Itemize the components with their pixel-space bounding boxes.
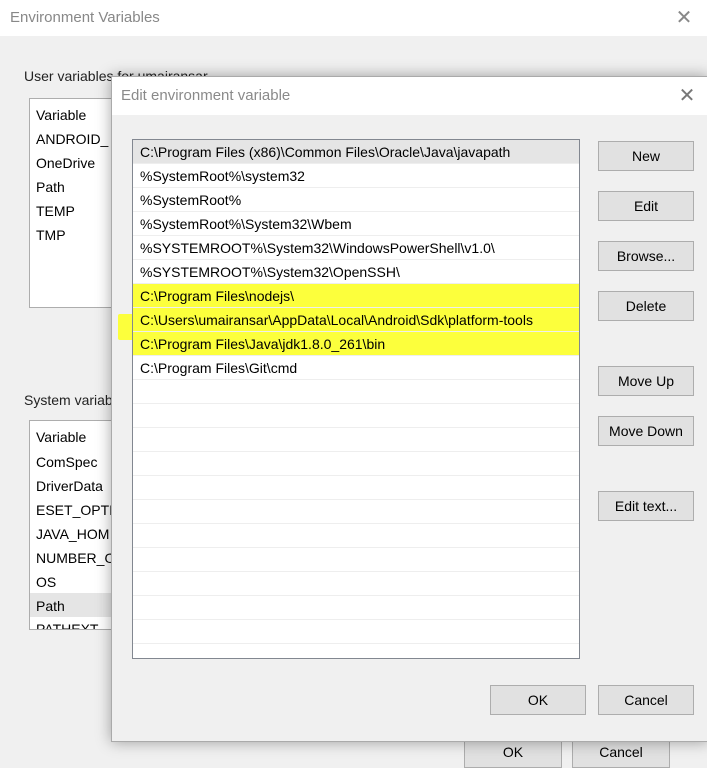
new-button[interactable]: New (598, 141, 694, 171)
empty-list-row (133, 572, 579, 596)
list-item[interactable]: TEMP (36, 203, 75, 219)
path-entry-text: C:\Program Files\Git\cmd (140, 360, 298, 376)
cancel-button[interactable]: Cancel (598, 685, 694, 715)
empty-list-row (133, 452, 579, 476)
window-titlebar: Environment Variables ✕ (0, 0, 707, 36)
list-item[interactable]: JAVA_HOM (36, 526, 109, 542)
list-item-selected[interactable]: C:\Program Files (x86)\Common Files\Orac… (133, 140, 579, 164)
path-entry-text: C:\Users\umairansar\AppData\Local\Androi… (140, 312, 533, 328)
list-item[interactable]: C:\Program Files\Git\cmd (133, 356, 579, 380)
path-entry-text: %SystemRoot%\System32\Wbem (140, 216, 352, 232)
list-item[interactable]: ComSpec (36, 454, 97, 470)
list-item-selected[interactable]: Path (36, 598, 65, 614)
empty-list-row (133, 476, 579, 500)
empty-list-row (133, 548, 579, 572)
list-item[interactable]: DriverData (36, 478, 103, 494)
close-icon[interactable]: ✕ (674, 84, 700, 108)
edit-environment-variable-dialog: Edit environment variable ✕ C:\Program F… (111, 76, 707, 742)
edit-button[interactable]: Edit (598, 191, 694, 221)
edit-text-button[interactable]: Edit text... (598, 491, 694, 521)
window-title: Environment Variables (10, 9, 160, 26)
list-item[interactable]: %SystemRoot%\system32 (133, 164, 579, 188)
list-item[interactable]: OS (36, 574, 56, 590)
list-item[interactable]: %SYSTEMROOT%\System32\OpenSSH\ (133, 260, 579, 284)
browse-button[interactable]: Browse... (598, 241, 694, 271)
path-entries-list[interactable]: C:\Program Files (x86)\Common Files\Orac… (132, 139, 580, 659)
list-item[interactable]: TMP (36, 227, 66, 243)
empty-list-row (133, 404, 579, 428)
empty-list-row (133, 500, 579, 524)
list-item[interactable]: %SystemRoot%\System32\Wbem (133, 212, 579, 236)
list-item[interactable]: PATHEXT (36, 621, 99, 629)
list-item[interactable]: NUMBER_O (36, 550, 115, 566)
path-entry-text: C:\Program Files\Java\jdk1.8.0_261\bin (140, 336, 386, 352)
list-item-highlighted[interactable]: C:\Program Files\nodejs\ (133, 284, 579, 308)
system-variable-column-header[interactable]: Variable (36, 429, 86, 445)
empty-list-row (133, 596, 579, 620)
path-entry-text: %SystemRoot% (140, 192, 242, 208)
empty-list-row (133, 380, 579, 404)
list-item[interactable]: OneDrive (36, 155, 95, 171)
list-item-highlighted[interactable]: C:\Users\umairansar\AppData\Local\Androi… (133, 308, 579, 332)
system-variables-label: System variab (24, 392, 113, 408)
path-entry-text: C:\Program Files\nodejs\ (140, 288, 295, 304)
empty-list-row (133, 620, 579, 644)
list-item[interactable]: %SystemRoot% (133, 188, 579, 212)
move-up-button[interactable]: Move Up (598, 366, 694, 396)
empty-list-row (133, 524, 579, 548)
delete-button[interactable]: Delete (598, 291, 694, 321)
path-entry-text: %SYSTEMROOT%\System32\WindowsPowerShell\… (140, 240, 495, 256)
move-down-button[interactable]: Move Down (598, 416, 694, 446)
dialog-title: Edit environment variable (121, 87, 291, 104)
empty-list-row (133, 428, 579, 452)
path-entry-text: C:\Program Files (x86)\Common Files\Orac… (140, 144, 511, 160)
list-item[interactable]: ANDROID_ (36, 131, 108, 147)
path-entry-text: %SYSTEMROOT%\System32\OpenSSH\ (140, 264, 400, 280)
ok-button[interactable]: OK (490, 685, 586, 715)
list-item[interactable]: Path (36, 179, 65, 195)
close-icon[interactable]: ✕ (670, 5, 698, 31)
list-item-highlighted[interactable]: C:\Program Files\Java\jdk1.8.0_261\bin (133, 332, 579, 356)
dialog-titlebar: Edit environment variable ✕ (112, 77, 707, 115)
path-entry-text: %SystemRoot%\system32 (140, 168, 305, 184)
list-item[interactable]: %SYSTEMROOT%\System32\WindowsPowerShell\… (133, 236, 579, 260)
user-variable-column-header[interactable]: Variable (36, 107, 86, 123)
